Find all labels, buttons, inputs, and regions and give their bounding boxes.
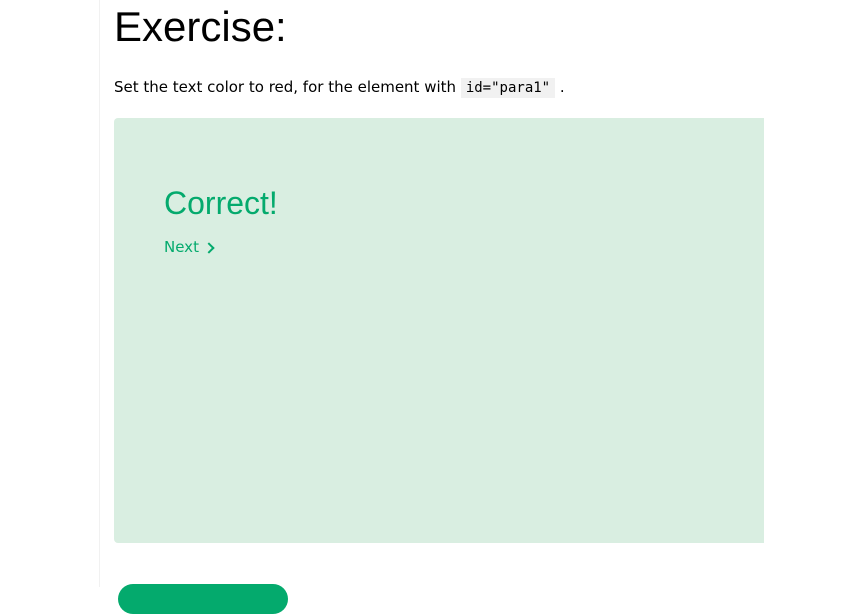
- next-link[interactable]: Next: [164, 237, 215, 257]
- exercise-heading: Exercise:: [114, 3, 287, 50]
- exercise-instruction: Set the text color to red, for the eleme…: [114, 76, 565, 99]
- bottom-action-button[interactable]: [118, 584, 288, 614]
- instruction-code: id="para1": [460, 78, 556, 98]
- result-title: Correct!: [164, 185, 278, 221]
- chevron-right-icon: [203, 241, 215, 254]
- content-left-border: [99, 0, 100, 587]
- instruction-text: Set the text color to red, for the eleme…: [114, 78, 457, 96]
- result-panel: Correct! Next: [114, 118, 764, 543]
- next-label: Next: [164, 238, 199, 256]
- instruction-period: .: [559, 78, 565, 96]
